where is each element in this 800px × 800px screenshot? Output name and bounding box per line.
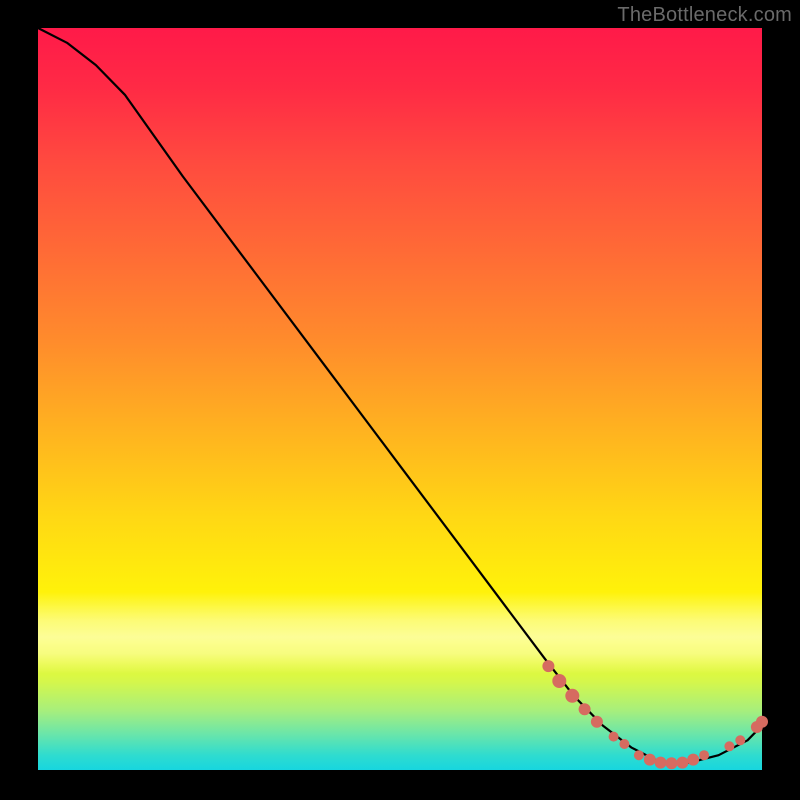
marker-cluster-b	[699, 750, 709, 760]
marker-end	[756, 716, 768, 728]
marker-tail	[724, 741, 734, 751]
marker-cluster-b	[676, 757, 688, 769]
attribution-label: TheBottleneck.com	[617, 4, 792, 27]
marker-cluster-b	[666, 757, 678, 769]
bottleneck-curve	[38, 28, 762, 763]
marker-cluster-b	[644, 754, 656, 766]
chart-frame: TheBottleneck.com	[0, 0, 800, 800]
chart-svg	[38, 28, 762, 770]
marker-group	[542, 660, 768, 769]
marker-cluster-a	[552, 674, 566, 688]
marker-cluster-b	[634, 750, 644, 760]
marker-cluster-b	[687, 754, 699, 766]
plot-area	[38, 28, 762, 770]
marker-tail	[735, 735, 745, 745]
marker-cluster-b	[655, 757, 667, 769]
marker-cluster-a	[579, 703, 591, 715]
marker-cluster-a	[542, 660, 554, 672]
marker-gap-1	[609, 732, 619, 742]
marker-cluster-a	[591, 716, 603, 728]
marker-cluster-a	[565, 689, 579, 703]
marker-gap-1	[619, 739, 629, 749]
